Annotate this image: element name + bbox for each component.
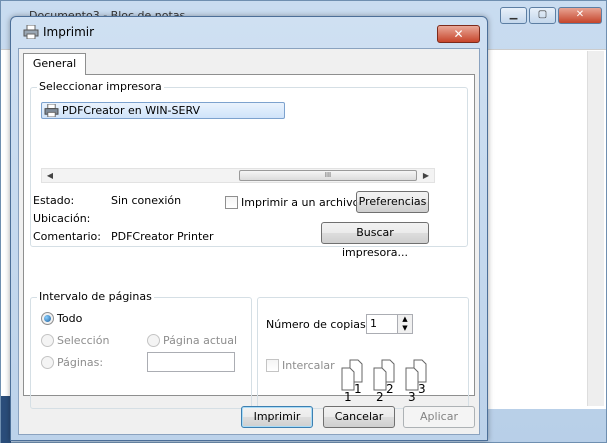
collate-page-3a: 3 (408, 390, 416, 404)
collate-label: Intercalar (282, 359, 335, 372)
collate-page-2b: 2 (386, 382, 394, 396)
minimize-button[interactable]: ▁ (500, 7, 527, 24)
collate-page-2a: 2 (376, 390, 384, 404)
print-button[interactable]: Imprimir (241, 406, 313, 428)
radio-pages[interactable] (41, 356, 54, 369)
radio-current-page[interactable] (147, 334, 160, 347)
apply-button[interactable]: Aplicar (403, 406, 475, 428)
radio-all-label: Todo (57, 312, 83, 325)
printer-item-label: PDFCreator en WIN-SERV (62, 104, 201, 117)
print-to-file-label: Imprimir a un archivo (241, 196, 360, 209)
print-to-file-checkbox[interactable] (225, 196, 238, 209)
status-value: Sin conexión (111, 194, 182, 207)
copies-spinner[interactable]: ▲ ▼ (397, 314, 413, 334)
preferences-button[interactable]: Preferencias (356, 191, 429, 213)
tab-general[interactable]: General (23, 53, 86, 75)
collate-checkbox[interactable] (266, 359, 279, 372)
radio-selection[interactable] (41, 334, 54, 347)
dialog-close-button[interactable]: ✕ (437, 25, 480, 43)
background-close-button[interactable]: ✕ (558, 7, 602, 24)
maximize-button[interactable]: ▢ (529, 7, 556, 24)
radio-selection-label: Selección (57, 334, 110, 347)
scroll-left-arrow-icon[interactable]: ◀ (42, 169, 58, 182)
printer-icon (23, 25, 39, 39)
status-label: Estado: (33, 194, 75, 207)
spin-up-icon[interactable]: ▲ (398, 315, 412, 324)
scroll-thumb[interactable]: III (239, 170, 417, 181)
page-range-group-label: Intervalo de páginas (37, 290, 154, 303)
dialog-title: Imprimir (43, 25, 95, 39)
spin-down-icon[interactable]: ▼ (398, 324, 412, 333)
general-tab-panel: Seleccionar impresora PDFCreator en WIN-… (23, 74, 475, 409)
printer-list-item[interactable]: PDFCreator en WIN-SERV (41, 102, 285, 119)
select-printer-group-label: Seleccionar impresora (37, 80, 164, 93)
dialog-client-area: General Seleccionar impresora PDFCreator… (18, 48, 480, 435)
select-printer-group: Seleccionar impresora PDFCreator en WIN-… (30, 80, 468, 259)
radio-current-page-label: Página actual (163, 334, 237, 347)
printer-item-icon (44, 104, 59, 117)
copies-label: Número de copias: (266, 318, 370, 331)
background-vertical-scrollbar[interactable] (587, 51, 604, 406)
collate-page-1a: 1 (344, 390, 352, 404)
printer-list-horizontal-scrollbar[interactable]: ◀ III ▶ (41, 168, 435, 183)
cancel-button[interactable]: Cancelar (323, 406, 395, 428)
comment-label: Comentario: (33, 230, 101, 243)
radio-pages-label: Páginas: (57, 356, 104, 369)
scroll-right-arrow-icon[interactable]: ▶ (418, 169, 434, 182)
dialog-titlebar[interactable]: Imprimir ✕ (11, 17, 487, 47)
background-window-controls: ▁ ▢ ✕ (500, 7, 602, 24)
radio-all[interactable] (41, 312, 54, 325)
location-label: Ubicación: (33, 212, 91, 225)
page-range-group: Intervalo de páginas Todo Selección Pági… (30, 290, 252, 409)
copies-group: Número de copias: 1 ▲ ▼ Intercalar 1 1 2… (257, 297, 469, 409)
print-dialog: Imprimir ✕ General Seleccionar impresora… (10, 16, 488, 441)
comment-value: PDFCreator Printer (111, 230, 214, 243)
find-printer-button[interactable]: Buscar impresora... (321, 222, 429, 259)
pages-input[interactable] (147, 352, 235, 372)
collate-page-1b: 1 (354, 382, 362, 396)
collate-page-3b: 3 (418, 382, 426, 396)
